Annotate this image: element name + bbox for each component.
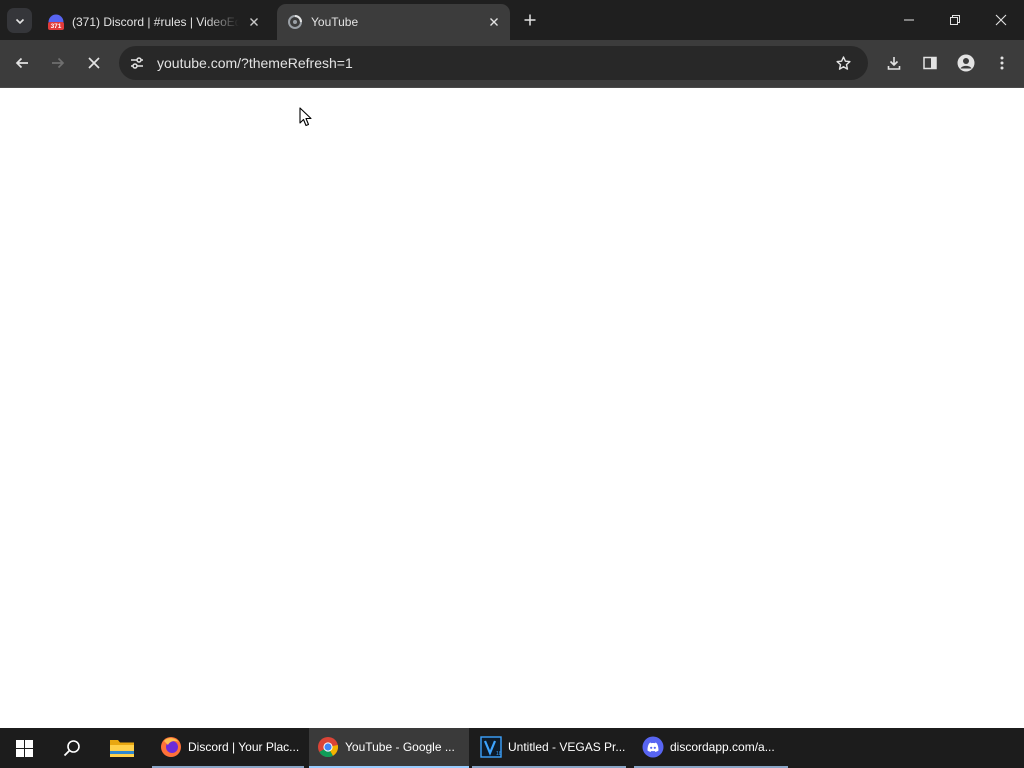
taskbar-app-chrome[interactable]: YouTube - Google ... bbox=[309, 728, 469, 768]
taskbar-app-label: discordapp.com/a... bbox=[670, 740, 775, 754]
close-icon bbox=[995, 14, 1007, 26]
vegas-pro-icon: 18 bbox=[480, 736, 502, 758]
back-button[interactable] bbox=[8, 49, 36, 77]
browser-toolbar: youtube.com/?themeRefresh=1 bbox=[0, 40, 1024, 88]
arrow-left-icon bbox=[15, 57, 28, 69]
profile-icon bbox=[957, 54, 975, 72]
kebab-menu-icon bbox=[1000, 56, 1004, 70]
tab-title: YouTube bbox=[311, 15, 359, 29]
notification-badge: 371 bbox=[51, 23, 62, 30]
tab-discord[interactable]: 371 (371) Discord | #rules | VideoEditin… bbox=[38, 4, 270, 40]
menu-button[interactable] bbox=[988, 49, 1016, 77]
tab-title: (371) Discord | #rules | VideoEditing bbox=[72, 15, 239, 29]
folder-icon bbox=[110, 740, 134, 757]
taskbar-app-firefox[interactable]: Discord | Your Plac... bbox=[152, 728, 304, 768]
taskbar-app-discord[interactable]: discordapp.com/a... bbox=[634, 728, 788, 768]
tab-youtube[interactable]: YouTube bbox=[277, 4, 510, 40]
taskbar-app-label: YouTube - Google ... bbox=[345, 740, 455, 754]
mouse-cursor-icon bbox=[299, 107, 312, 127]
loading-spinner-icon bbox=[288, 15, 302, 29]
side-panel-button[interactable] bbox=[916, 49, 944, 77]
forward-button[interactable] bbox=[44, 49, 72, 77]
url-text[interactable]: youtube.com/?themeRefresh=1 bbox=[157, 55, 829, 71]
taskbar-app-vegas[interactable]: 18 Untitled - VEGAS Pr... bbox=[472, 728, 626, 768]
taskbar: Discord | Your Plac... YouTube - Google … bbox=[0, 728, 1024, 768]
tab-strip: 371 (371) Discord | #rules | VideoEditin… bbox=[0, 0, 1024, 40]
side-panel-icon bbox=[923, 56, 937, 70]
taskbar-app-label: Discord | Your Plac... bbox=[188, 740, 300, 754]
new-tab-button[interactable] bbox=[520, 10, 540, 30]
start-button[interactable] bbox=[0, 728, 48, 768]
bookmark-button[interactable] bbox=[829, 49, 857, 77]
downloads-button[interactable] bbox=[880, 49, 908, 77]
close-tab-button[interactable] bbox=[245, 13, 263, 31]
chrome-icon bbox=[318, 737, 339, 758]
close-window-button[interactable] bbox=[978, 0, 1024, 40]
address-bar[interactable]: youtube.com/?themeRefresh=1 bbox=[119, 46, 868, 80]
file-explorer-button[interactable] bbox=[98, 728, 146, 768]
download-icon bbox=[887, 57, 901, 70]
close-icon bbox=[88, 57, 100, 69]
firefox-icon bbox=[161, 737, 181, 757]
svg-text:18: 18 bbox=[496, 751, 502, 757]
search-icon bbox=[63, 740, 80, 757]
chevron-down-icon bbox=[15, 18, 24, 24]
arrow-right-icon bbox=[52, 57, 65, 69]
star-icon bbox=[835, 55, 851, 70]
discord-favicon-icon: 371 bbox=[48, 14, 64, 30]
restore-icon bbox=[950, 15, 960, 25]
tab-search-button[interactable] bbox=[7, 8, 32, 33]
profile-button[interactable] bbox=[952, 49, 980, 77]
close-icon bbox=[250, 18, 258, 26]
restore-button[interactable] bbox=[932, 0, 978, 40]
stop-loading-button[interactable] bbox=[80, 49, 108, 77]
taskbar-app-label: Untitled - VEGAS Pr... bbox=[508, 740, 626, 754]
site-info-button[interactable] bbox=[124, 50, 150, 76]
close-tab-button[interactable] bbox=[485, 13, 503, 31]
minimize-button[interactable] bbox=[886, 0, 932, 40]
page-content[interactable] bbox=[0, 88, 1024, 728]
taskbar-search-button[interactable] bbox=[48, 728, 96, 768]
plus-icon bbox=[524, 14, 536, 26]
tune-icon bbox=[131, 57, 143, 69]
discord-icon bbox=[642, 736, 664, 758]
minimize-icon bbox=[904, 19, 914, 21]
close-icon bbox=[490, 18, 498, 26]
windows-logo-icon bbox=[15, 739, 33, 757]
